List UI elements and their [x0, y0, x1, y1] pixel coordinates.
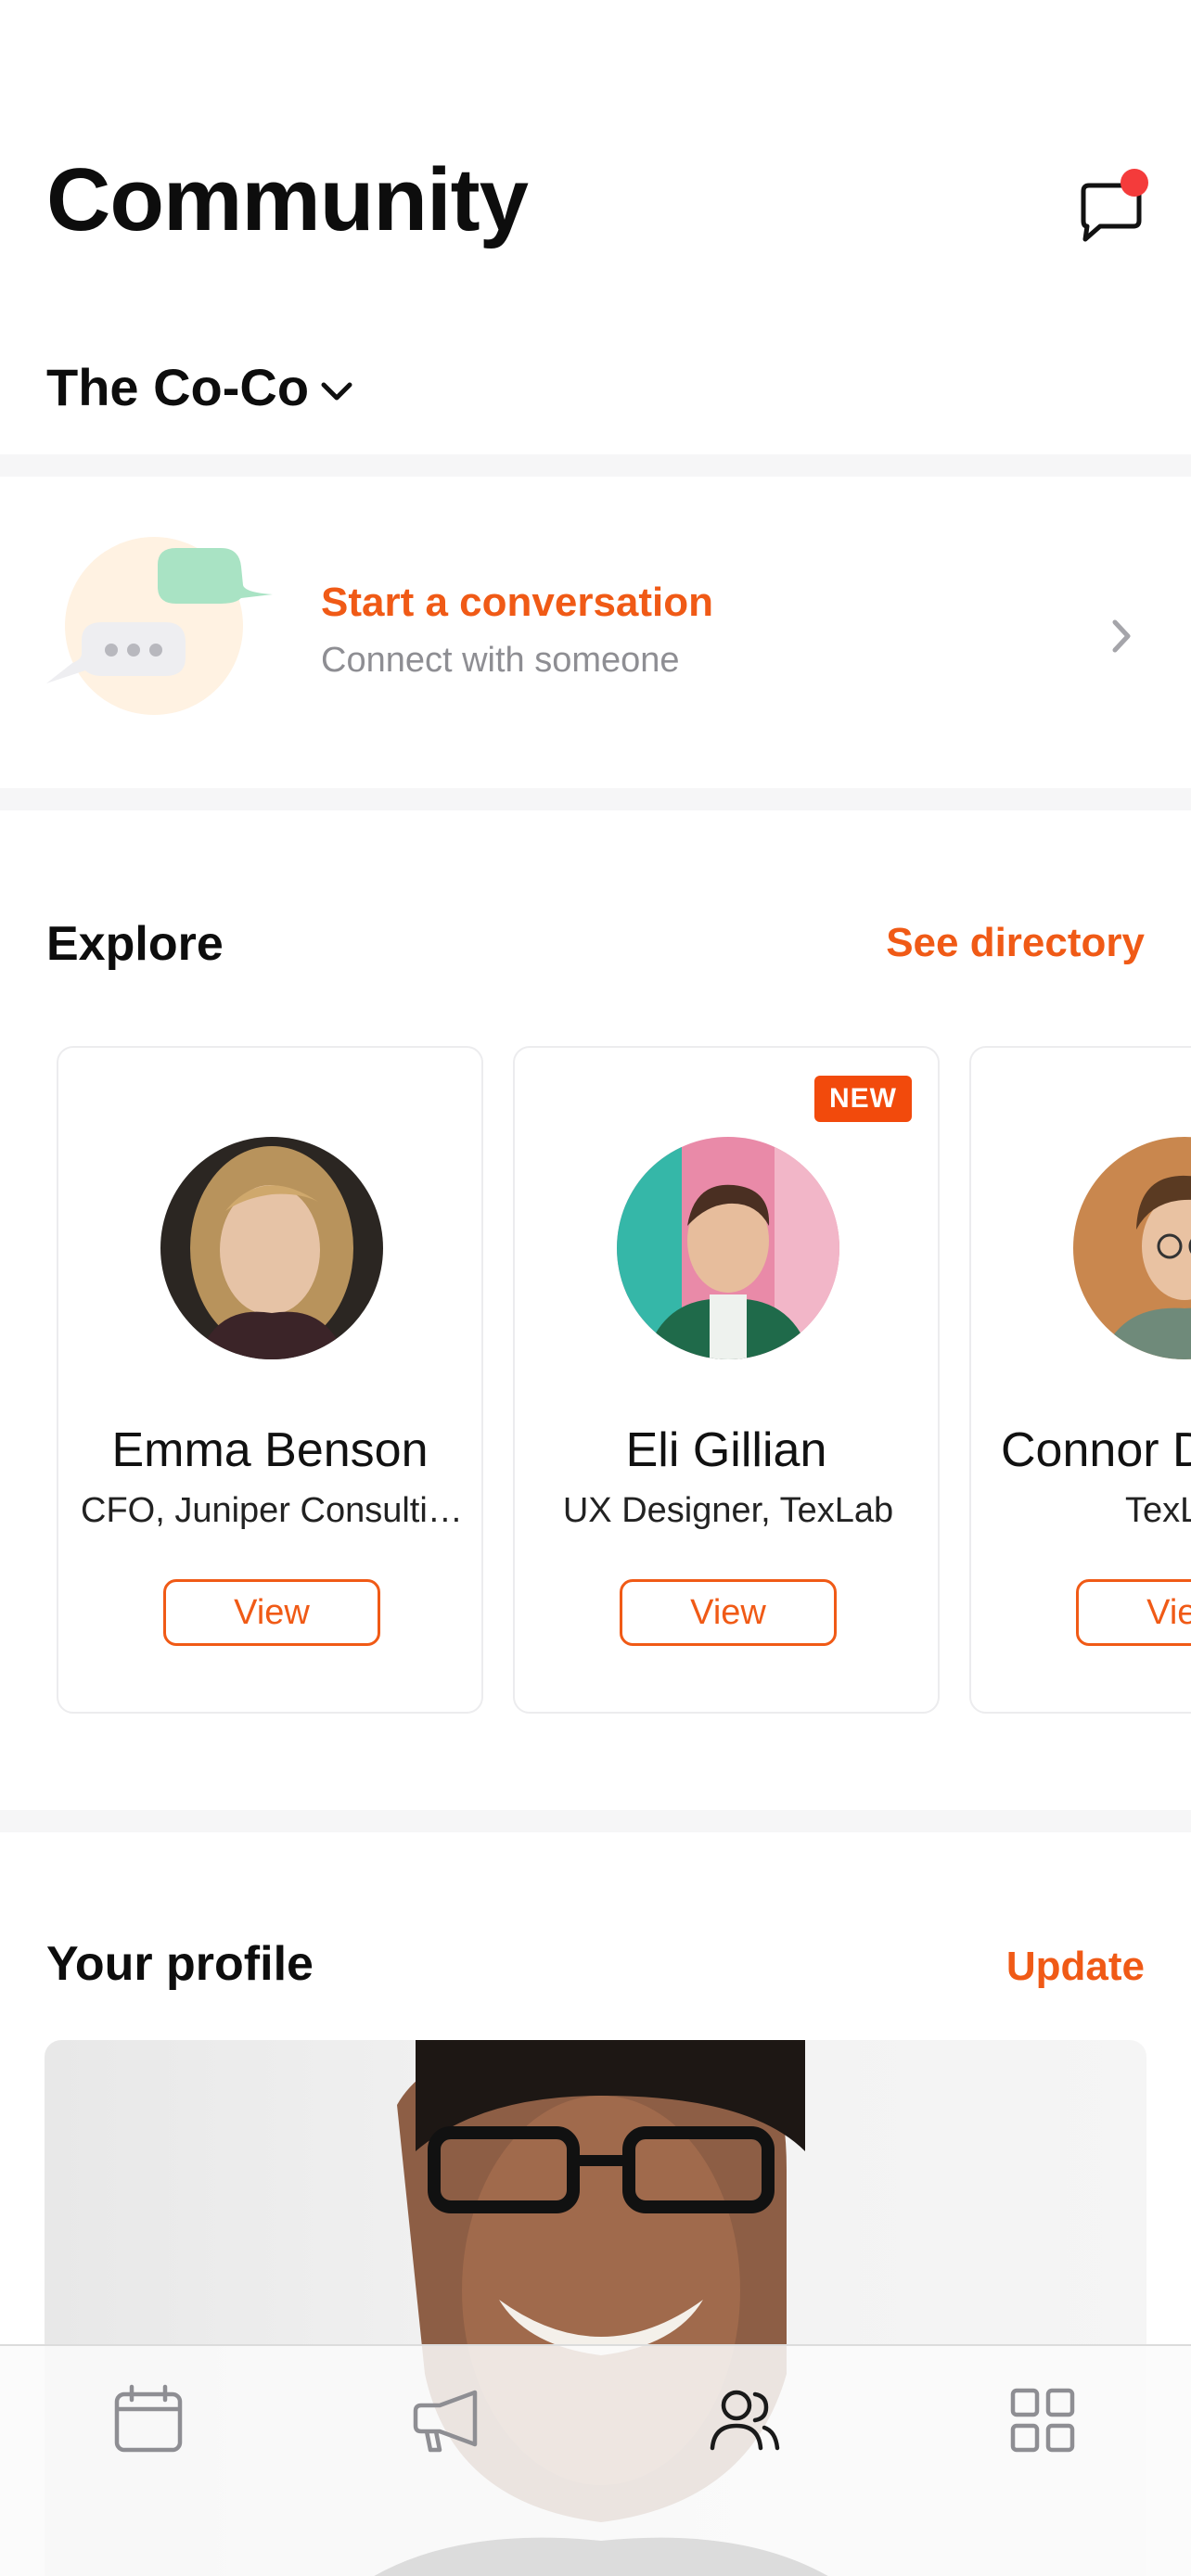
community-name: The Co-Co	[46, 358, 310, 416]
section-divider	[0, 1810, 1191, 1832]
tab-calendar[interactable]	[111, 2383, 186, 2457]
page-title: Community	[46, 150, 529, 249]
tab-community[interactable]	[707, 2383, 781, 2457]
community-switcher[interactable]: The Co-Co	[46, 362, 355, 414]
avatar	[617, 1137, 839, 1359]
member-name: Emma Benson	[111, 1423, 429, 1477]
new-badge: NEW	[814, 1076, 912, 1122]
member-role: UX Designer, TexLab	[562, 1491, 894, 1530]
community-screen: Community The Co-Co Start a conversation…	[0, 0, 1191, 2576]
explore-title: Explore	[46, 917, 224, 971]
avatar	[1073, 1137, 1191, 1359]
grid-icon	[1010, 2388, 1075, 2453]
profile-title: Your profile	[46, 1937, 314, 1991]
avatar	[160, 1137, 383, 1359]
chevron-right-icon	[1112, 619, 1131, 653]
view-member-button[interactable]: View	[1076, 1579, 1191, 1646]
member-name: Eli Gillian	[625, 1423, 827, 1477]
messages-button[interactable]	[1074, 169, 1148, 249]
member-role: TexL	[1125, 1491, 1191, 1530]
section-divider	[0, 454, 1191, 477]
people-icon	[710, 2390, 780, 2451]
see-directory-link[interactable]: See directory	[886, 920, 1145, 966]
chevron-down-icon	[321, 382, 352, 401]
conversation-illustration-icon	[46, 537, 273, 715]
tab-bar	[0, 2344, 1191, 2576]
megaphone-icon	[413, 2390, 478, 2453]
view-member-button[interactable]: View	[163, 1579, 380, 1646]
member-card[interactable]: Emma Benson CFO, Juniper Consulting View	[57, 1046, 483, 1714]
member-name: Connor D	[1001, 1423, 1191, 1477]
section-divider	[0, 788, 1191, 810]
conversation-title: Start a conversation	[321, 580, 714, 625]
view-member-button[interactable]: View	[620, 1579, 837, 1646]
conversation-subtitle: Connect with someone	[321, 641, 680, 680]
start-conversation-row[interactable]: Start a conversation Connect with someon…	[0, 478, 1191, 788]
notification-dot	[1121, 169, 1148, 197]
member-carousel[interactable]: Emma Benson CFO, Juniper Consulting View…	[0, 1046, 1191, 1714]
tab-more[interactable]	[1005, 2383, 1080, 2457]
calendar-icon	[114, 2384, 183, 2453]
member-card[interactable]: Connor D TexL View	[969, 1046, 1191, 1714]
tab-announcements[interactable]	[408, 2383, 482, 2457]
member-card[interactable]: NEW Eli Gillian UX Designer, TexLab View	[513, 1046, 940, 1714]
update-profile-link[interactable]: Update	[1006, 1944, 1145, 1990]
member-role: CFO, Juniper Consulting	[81, 1491, 463, 1530]
